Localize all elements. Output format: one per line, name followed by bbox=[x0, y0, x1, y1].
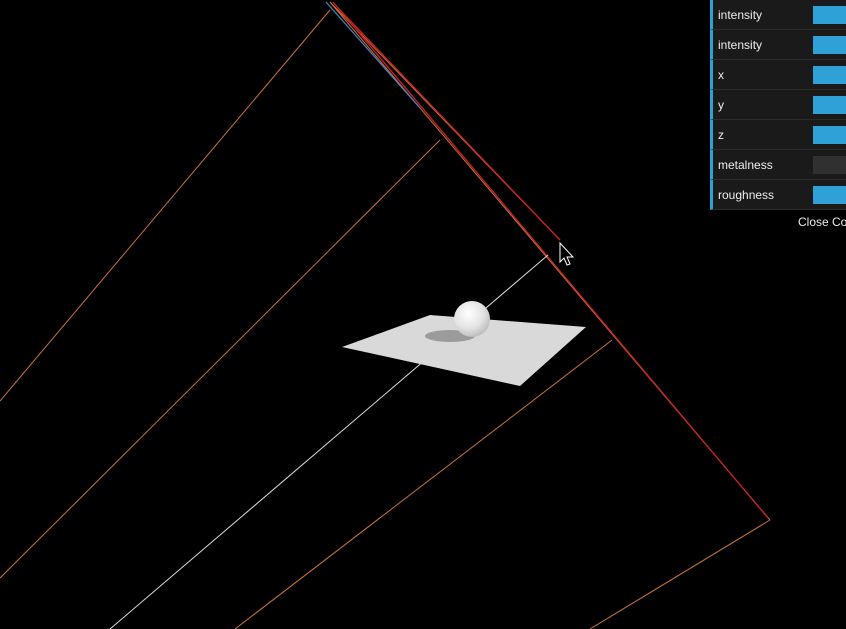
control-slider[interactable] bbox=[813, 156, 846, 174]
slider-fill bbox=[813, 96, 846, 114]
helper-line-red-1 bbox=[332, 1, 769, 519]
control-row-x: x bbox=[710, 60, 846, 90]
control-label: x bbox=[718, 68, 724, 82]
helper-line-red-2 bbox=[337, 7, 561, 241]
mouse-cursor-icon bbox=[559, 241, 575, 266]
control-row-z: z bbox=[710, 120, 846, 150]
slider-fill bbox=[813, 126, 846, 144]
control-label: intensity bbox=[718, 8, 763, 22]
control-row-intensity: intensity bbox=[710, 0, 846, 30]
control-row-y: y bbox=[710, 90, 846, 120]
control-label: intensity bbox=[718, 38, 763, 52]
helper-line-orange-2 bbox=[0, 139, 441, 579]
control-slider[interactable] bbox=[813, 6, 846, 24]
control-label: roughness bbox=[718, 188, 775, 202]
helper-line-orange-1 bbox=[0, 9, 331, 402]
slider-fill bbox=[813, 36, 846, 54]
control-slider[interactable] bbox=[813, 96, 846, 114]
slider-fill bbox=[813, 66, 846, 84]
slider-fill bbox=[813, 186, 846, 204]
control-slider[interactable] bbox=[813, 36, 846, 54]
sphere bbox=[454, 301, 490, 337]
control-label: metalness bbox=[718, 158, 773, 172]
control-row-intensity: intensity bbox=[710, 30, 846, 60]
control-slider[interactable] bbox=[813, 186, 846, 204]
control-slider[interactable] bbox=[813, 66, 846, 84]
controls-panel: intensity intensity x y z metalness roughness bbox=[710, 0, 846, 210]
control-row-roughness: roughness bbox=[710, 180, 846, 210]
control-row-metalness: metalness bbox=[710, 150, 846, 180]
control-label: y bbox=[718, 98, 724, 112]
slider-fill bbox=[813, 6, 846, 24]
helper-line-orange-4 bbox=[589, 519, 771, 629]
control-label: z bbox=[718, 128, 724, 142]
close-controls-button[interactable]: Close Co bbox=[710, 210, 846, 234]
control-slider[interactable] bbox=[813, 126, 846, 144]
helper-line-orange-3 bbox=[234, 339, 613, 629]
helper-line-blue bbox=[325, 1, 421, 109]
